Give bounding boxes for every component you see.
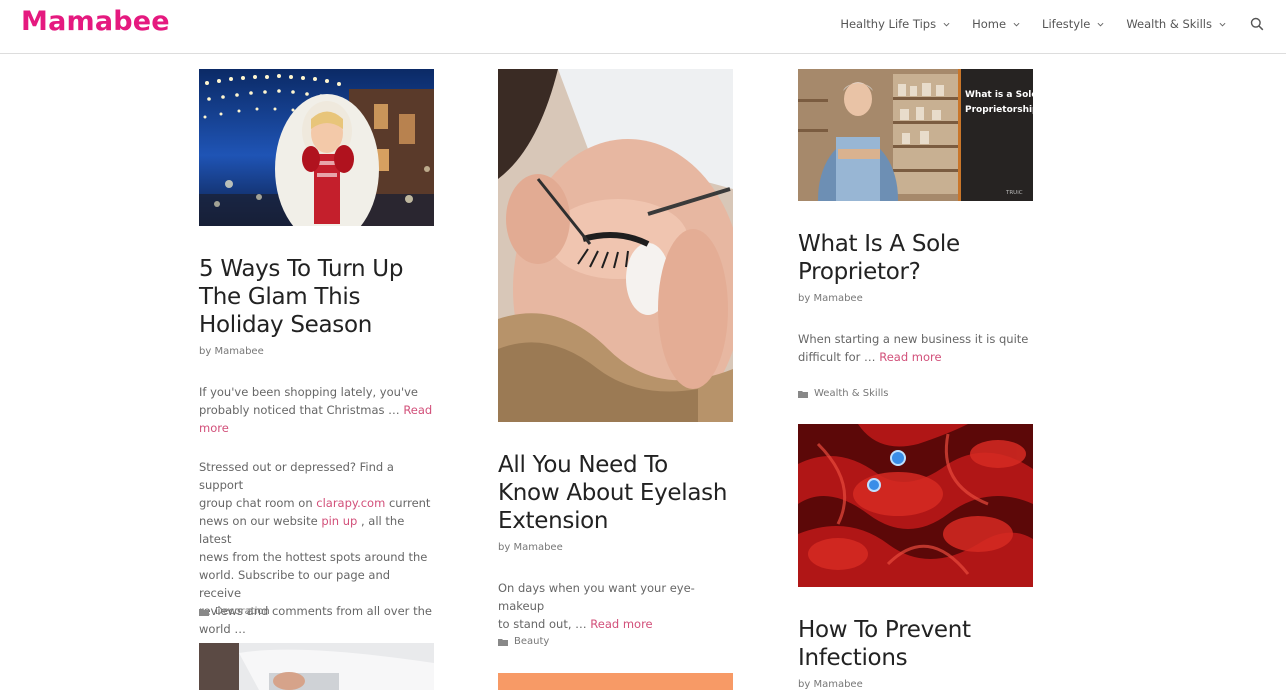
chevron-down-icon [1219,22,1226,26]
post-title[interactable]: All You Need To Know About Eyelash Exten… [498,451,738,535]
post-thumbnail-next[interactable] [199,643,434,690]
folder-icon [199,608,209,616]
eyelash-extension-image [498,69,733,422]
thumb-brand-text: TRUiC [1005,190,1023,196]
site-header: Mamabee Healthy Life Tips Home Lifestyle… [0,0,1286,54]
post-byline: by Mamabee [199,346,264,357]
post-byline: by Mamabee [798,679,863,690]
post-excerpt: If you've been shopping lately, you've p… [199,385,433,435]
post-thumbnail-infections[interactable] [798,424,1033,587]
folder-icon [798,390,808,398]
pin-up-link[interactable]: pin up [321,514,357,528]
read-more-link[interactable]: Read more [879,350,941,364]
site-logo[interactable]: Mamabee [21,6,170,37]
post-excerpt: On days when you want your eye-makeup to… [498,581,695,631]
post-thumbnail-holiday[interactable] [199,69,434,226]
post-thumbnail-sole-proprietor[interactable]: What is a Sole Proprietorship? TRUiC [798,69,1033,201]
post-category[interactable]: Decoration [199,606,270,617]
search-icon[interactable] [1250,17,1264,31]
nav-item-label: Home [972,17,1007,31]
nav-item-home[interactable]: Home [972,17,1020,31]
holiday-woman-image [199,69,434,226]
nav-item-label: Healthy Life Tips [840,17,937,31]
clarapy-link[interactable]: clarapy.com [316,496,385,510]
main-nav: Healthy Life Tips Home Lifestyle Wealth … [818,0,1264,48]
laptop-hands-image [199,643,434,690]
nav-item-label: Wealth & Skills [1126,17,1212,31]
shop-owner-image: What is a Sole Proprietorship? TRUiC [798,69,1033,201]
read-more-link[interactable]: more [199,421,229,435]
nav-item-wealth-skills[interactable]: Wealth & Skills [1126,17,1226,31]
thumb-overlay-text: Proprietorship? [965,105,1033,115]
post-title[interactable]: What Is A Sole Proprietor? [798,230,1038,286]
virus-cells-image [798,424,1033,587]
chevron-down-icon [1013,22,1020,26]
post-byline: by Mamabee [798,293,863,304]
chevron-down-icon [1097,22,1104,26]
post-thumbnail-eyelash[interactable] [498,69,733,422]
nav-item-lifestyle[interactable]: Lifestyle [1042,17,1104,31]
post-category[interactable]: Wealth & Skills [798,388,888,399]
post-thumbnail-next[interactable] [498,673,733,690]
post-excerpt: When starting a new business it is quite… [798,332,1029,364]
nav-item-label: Lifestyle [1042,17,1091,31]
read-more-link[interactable]: Read [403,403,432,417]
folder-icon [498,638,508,646]
chevron-down-icon [943,22,950,26]
post-byline: by Mamabee [498,542,563,553]
post-title[interactable]: How To Prevent Infections [798,616,1038,672]
thumb-overlay-text: What is a Sole [965,90,1033,100]
post-title[interactable]: 5 Ways To Turn Up The Glam This Holiday … [199,255,439,339]
post-category[interactable]: Beauty [498,636,549,647]
nav-item-healthy-life-tips[interactable]: Healthy Life Tips [840,17,950,31]
read-more-link[interactable]: Read more [590,617,652,631]
